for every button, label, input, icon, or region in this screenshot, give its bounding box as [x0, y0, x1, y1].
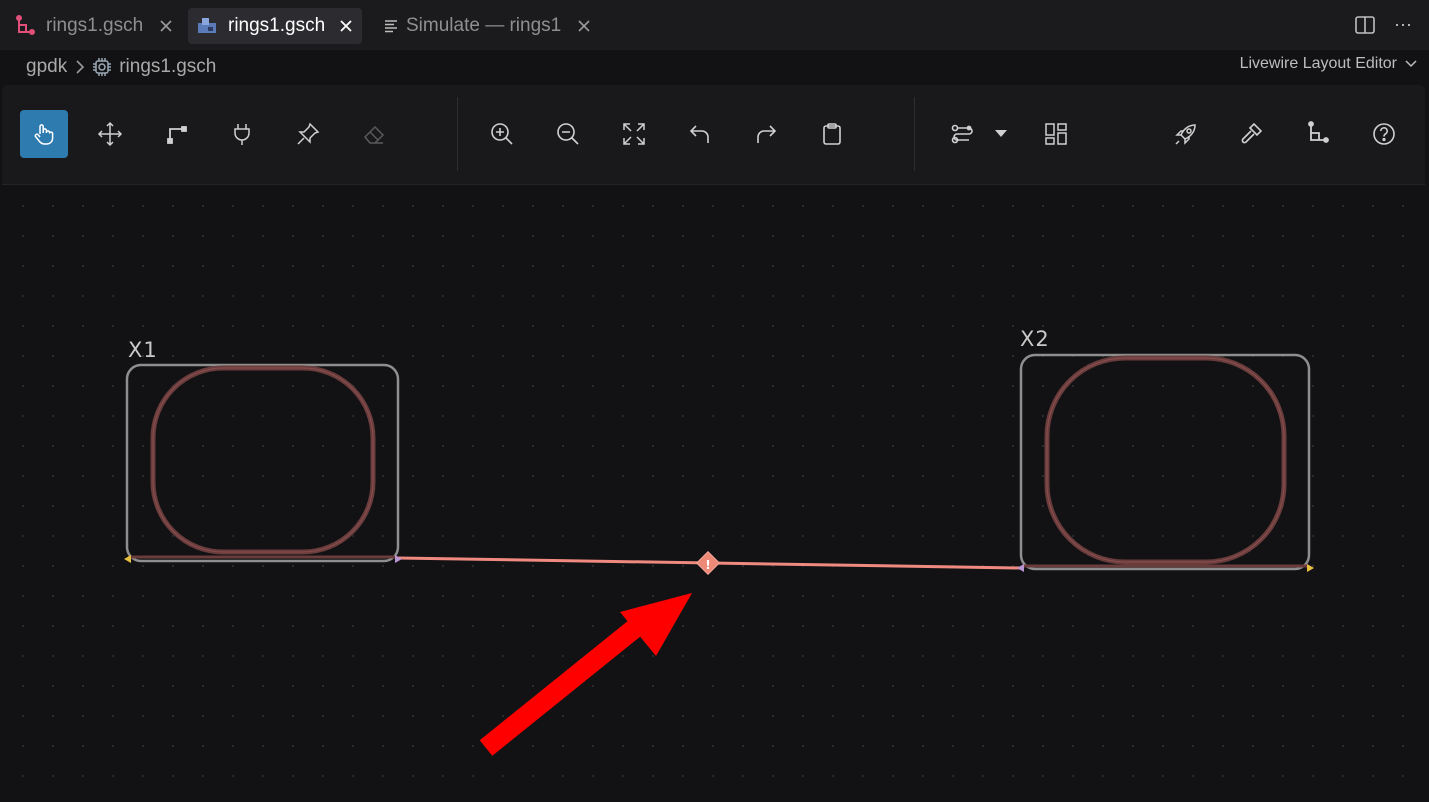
port-marker[interactable] — [395, 555, 402, 563]
schematic-canvas[interactable]: X1 X2 ! — [2, 186, 1425, 802]
annotation-arrow — [479, 593, 692, 756]
error-icon: ! — [705, 558, 710, 572]
net-error-marker[interactable]: ! — [695, 550, 721, 576]
port-marker[interactable] — [124, 555, 131, 563]
schematic-drawing: ! — [124, 353, 1314, 756]
port-marker[interactable] — [1017, 564, 1024, 572]
component-x1[interactable] — [124, 363, 402, 563]
component-x2[interactable] — [1017, 353, 1314, 572]
port-marker[interactable] — [1307, 564, 1314, 572]
